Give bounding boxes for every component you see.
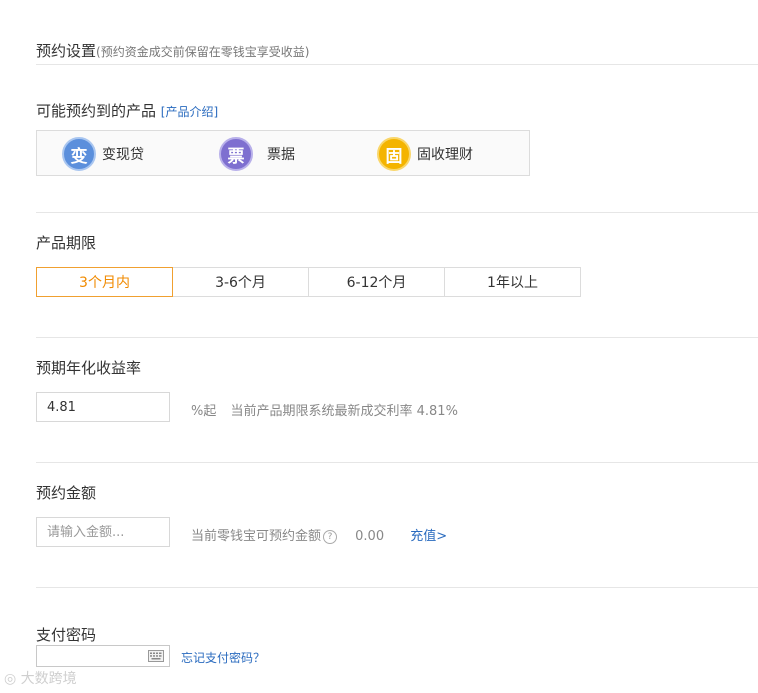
watermark-logo-icon: ◎ <box>4 671 21 687</box>
watermark: ◎ 大数跨境 <box>4 668 77 688</box>
amount-label: 预约金额 <box>36 484 97 502</box>
page-title: 预约设置(预约资金成交前保留在零钱宝享受收益) <box>36 40 309 61</box>
divider <box>36 212 758 213</box>
available-amount: 0.00 <box>355 529 385 544</box>
rate-input[interactable] <box>36 392 170 422</box>
amount-hint-row: 当前零钱宝可预约金额? 0.00 充值> <box>191 525 447 544</box>
password-label: 支付密码 <box>36 626 97 644</box>
products-section-label: 可能预约到的产品 [产品介绍] <box>36 100 218 121</box>
product-list: 变 变现贷 票 票据 固 固收理财 <box>36 130 530 176</box>
period-tabs: 3个月内 3-6个月 6-12个月 1年以上 <box>36 267 581 297</box>
forgot-password-link[interactable]: 忘记支付密码？ <box>181 649 265 666</box>
product-intro-link[interactable]: [产品介绍] <box>161 105 218 119</box>
divider <box>36 462 758 463</box>
tab-period-3m[interactable]: 3个月内 <box>36 267 173 297</box>
product-name: 变现贷 <box>102 147 144 163</box>
divider <box>36 337 758 338</box>
watermark-text: 大数跨境 <box>20 671 77 687</box>
bianxiandai-icon: 变 <box>62 137 96 171</box>
rate-hint: 当前产品期限系统最新成交利率 4.81% <box>230 404 458 419</box>
tab-period-1y-plus[interactable]: 1年以上 <box>444 267 581 297</box>
tab-period-6-12m[interactable]: 6-12个月 <box>308 267 445 297</box>
divider <box>36 64 758 65</box>
product-name: 固收理财 <box>417 147 473 163</box>
keyboard-icon[interactable] <box>148 650 164 662</box>
divider <box>36 587 758 588</box>
product-item-piaoju[interactable]: 票 票据 <box>219 135 295 173</box>
product-item-gushou[interactable]: 固 固收理财 <box>377 135 473 173</box>
period-label: 产品期限 <box>36 234 97 252</box>
amount-input[interactable] <box>36 517 170 547</box>
password-field[interactable] <box>36 645 170 667</box>
gushou-icon: 固 <box>377 137 411 171</box>
amount-hint: 当前零钱宝可预约金额 <box>191 529 322 544</box>
help-icon[interactable]: ? <box>323 530 338 544</box>
rate-unit: %起 <box>191 404 217 419</box>
page-subtitle: (预约资金成交前保留在零钱宝享受收益) <box>96 45 310 59</box>
piaoju-icon: 票 <box>219 137 253 171</box>
page-title-text: 预约设置 <box>36 42 97 60</box>
product-name: 票据 <box>267 147 295 163</box>
tab-period-3-6m[interactable]: 3-6个月 <box>172 267 309 297</box>
rate-label: 预期年化收益率 <box>36 359 142 377</box>
recharge-link[interactable]: 充值> <box>410 529 447 544</box>
rate-hint-row: %起 当前产品期限系统最新成交利率 4.81% <box>191 400 458 419</box>
product-item-bianxiandai[interactable]: 变 变现贷 <box>62 135 144 173</box>
products-label: 可能预约到的产品 <box>36 102 157 120</box>
